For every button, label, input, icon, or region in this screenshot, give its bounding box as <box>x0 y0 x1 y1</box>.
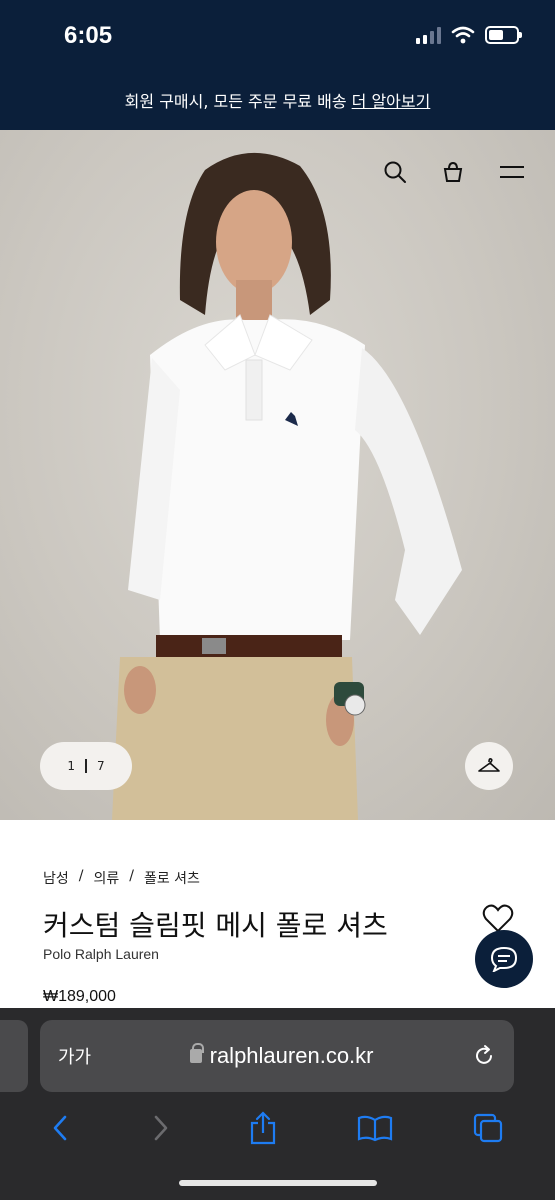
gallery-total: 7 <box>97 759 105 773</box>
top-banner: 6:05 회원 구매시, 모든 주문 무료 배송 더 알아보기 <box>0 0 555 130</box>
home-indicator <box>179 1180 377 1186</box>
hanger-button[interactable] <box>465 742 513 790</box>
address-bar[interactable]: 가가 ralphlauren.co.kr <box>40 1020 514 1092</box>
back-icon[interactable] <box>51 1114 71 1142</box>
wifi-icon <box>451 26 475 44</box>
hanger-icon <box>478 758 500 772</box>
bookmarks-icon[interactable] <box>357 1114 393 1142</box>
gallery-current: 1 <box>67 759 75 773</box>
share-icon[interactable] <box>248 1111 278 1145</box>
forward-icon[interactable] <box>150 1114 170 1142</box>
chat-button[interactable] <box>475 930 533 988</box>
breadcrumb-separator: / <box>129 868 134 884</box>
status-icons <box>416 26 522 44</box>
reload-icon[interactable] <box>472 1044 496 1068</box>
promo-banner: 회원 구매시, 모든 주문 무료 배송 더 알아보기 <box>0 88 555 112</box>
promo-text: 회원 구매시, 모든 주문 무료 배송 <box>124 92 352 111</box>
product-info: 남성 / 의류 / 폴로 셔츠 커스텀 슬림핏 메시 폴로 셔츠 Polo Ra… <box>0 820 555 1010</box>
status-time: 6:05 <box>64 22 113 49</box>
breadcrumb-separator: / <box>78 868 84 884</box>
search-icon[interactable] <box>383 160 407 184</box>
chat-icon <box>490 946 518 972</box>
breadcrumb-clothing[interactable]: 의류 <box>93 868 119 888</box>
gallery-pager[interactable]: 1 7 <box>40 742 132 790</box>
product-title: 커스텀 슬림핏 메시 폴로 셔츠 <box>43 909 388 942</box>
shopping-bag-icon[interactable] <box>441 160 465 184</box>
menu-icon[interactable] <box>499 163 525 181</box>
product-price: ₩189,000 <box>43 988 116 1005</box>
browser-toolbar <box>0 1098 555 1158</box>
pager-separator <box>85 759 87 773</box>
text-size-button[interactable]: 가가 <box>58 1043 91 1069</box>
promo-learn-more-link[interactable]: 더 알아보기 <box>352 92 431 111</box>
browser-bar: 가가 ralphlauren.co.kr <box>0 1008 555 1200</box>
signal-icon <box>416 26 441 44</box>
heart-icon[interactable] <box>482 903 514 933</box>
previous-tab-preview[interactable] <box>0 1020 28 1092</box>
breadcrumb: 남성 / 의류 / 폴로 셔츠 <box>43 868 200 888</box>
breadcrumb-men[interactable]: 남성 <box>43 868 69 888</box>
breadcrumb-polo-shirts[interactable]: 폴로 셔츠 <box>144 868 200 888</box>
product-image[interactable] <box>0 130 555 820</box>
model-photo <box>112 152 462 820</box>
url-text: ralphlauren.co.kr <box>209 1043 374 1068</box>
header-icons <box>383 160 525 184</box>
url-display[interactable]: ralphlauren.co.kr <box>91 1043 472 1069</box>
tabs-icon[interactable] <box>472 1112 504 1144</box>
battery-icon <box>485 26 522 44</box>
lock-icon <box>189 1043 204 1063</box>
product-brand: Polo Ralph Lauren <box>43 946 159 962</box>
